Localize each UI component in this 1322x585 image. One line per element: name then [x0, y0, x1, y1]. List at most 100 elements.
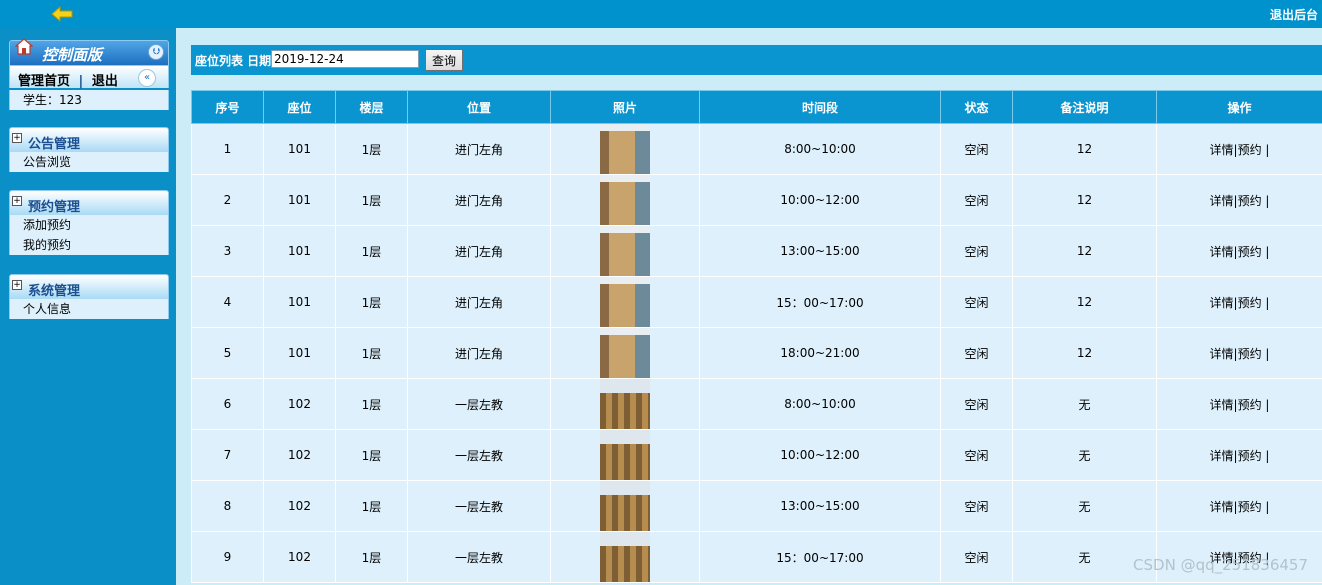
seat-photo-cell — [550, 327, 700, 379]
cell-floor: 1层 — [335, 225, 408, 277]
seat-photo-cell — [550, 378, 700, 430]
cell-note: 12 — [1012, 327, 1157, 379]
cell-location: 一层左教 — [407, 480, 551, 532]
details-reserve-links[interactable]: 详情|预约 | — [1210, 347, 1270, 361]
seat-photo-cell — [550, 174, 700, 226]
table-row: 5 101 1层 进门左角 18:00~21:00 空闲 12 详情|预约 | — [191, 327, 1322, 379]
collapse-panel-icon[interactable]: ⮋ — [148, 44, 164, 60]
details-reserve-links[interactable]: 详情|预约 | — [1210, 398, 1270, 412]
cell-no: 3 — [191, 225, 264, 277]
sidebar-item-my-reservations[interactable]: 我的预约 — [10, 235, 168, 255]
cell-seat: 102 — [263, 429, 336, 481]
section-reservation-items: 添加预约 我的预约 — [9, 215, 169, 255]
cell-note: 12 — [1012, 174, 1157, 226]
seat-photo — [600, 277, 650, 327]
cell-seat: 102 — [263, 531, 336, 583]
double-chevron-left-icon[interactable]: « — [138, 69, 156, 87]
column-header: 状态 — [940, 90, 1013, 124]
query-button[interactable]: 查询 — [425, 49, 463, 71]
table-row: 3 101 1层 进门左角 13:00~15:00 空闲 12 详情|预约 | — [191, 225, 1322, 277]
details-reserve-links[interactable]: 详情|预约 | — [1210, 245, 1270, 259]
cell-note: 无 — [1012, 378, 1157, 430]
cell-seat: 101 — [263, 327, 336, 379]
cell-time: 15：00~17:00 — [699, 531, 941, 583]
cell-floor: 1层 — [335, 378, 408, 430]
table-row: 1 101 1层 进门左角 8:00~10:00 空闲 12 详情|预约 | — [191, 123, 1322, 175]
cell-time: 10:00~12:00 — [699, 174, 941, 226]
cell-location: 进门左角 — [407, 327, 551, 379]
cell-status: 空闲 — [940, 174, 1013, 226]
row-actions: 详情|预约 | — [1156, 378, 1322, 430]
cell-status: 空闲 — [940, 276, 1013, 328]
home-link[interactable]: 管理首页 — [18, 74, 70, 89]
watermark: CSDN @qq_251836457 — [1133, 556, 1308, 574]
section-notice-header[interactable]: + 公告管理 — [9, 127, 169, 153]
cell-floor: 1层 — [335, 276, 408, 328]
details-reserve-links[interactable]: 详情|预约 | — [1210, 449, 1270, 463]
seat-table-wrapper: 序号 座位 楼层 位置 照片 时间段 状态 备注说明 操作 1 101 1层 进门左角 8:00~10:… — [191, 90, 1322, 583]
logout-link[interactable]: 退出 — [92, 74, 118, 89]
details-reserve-links[interactable]: 详情|预约 | — [1210, 194, 1270, 208]
logout-backend-link[interactable]: 退出后台 — [1270, 6, 1318, 23]
cell-no: 7 — [191, 429, 264, 481]
row-actions: 详情|预约 | — [1156, 480, 1322, 532]
cell-note: 无 — [1012, 429, 1157, 481]
cell-no: 9 — [191, 531, 264, 583]
seat-photo — [600, 532, 650, 582]
cell-note: 12 — [1012, 276, 1157, 328]
table-row: 8 102 1层 一层左教 13:00~15:00 空闲无 详情|预约 | — [191, 480, 1322, 532]
cell-location: 一层左教 — [407, 378, 551, 430]
back-arrow-icon[interactable] — [50, 6, 74, 22]
row-actions: 详情|预约 | — [1156, 225, 1322, 277]
cell-no: 8 — [191, 480, 264, 532]
column-header: 位置 — [407, 90, 551, 124]
cell-status: 空闲 — [940, 429, 1013, 481]
sidebar-item-add-reservation[interactable]: 添加预约 — [10, 215, 168, 235]
seat-photo — [600, 379, 650, 429]
cell-seat: 101 — [263, 174, 336, 226]
table-header-row: 序号 座位 楼层 位置 照片 时间段 状态 备注说明 操作 — [191, 90, 1322, 124]
row-actions: 详情|预约 | — [1156, 174, 1322, 226]
cell-seat: 101 — [263, 276, 336, 328]
details-reserve-links[interactable]: 详情|预约 | — [1210, 296, 1270, 310]
cell-floor: 1层 — [335, 327, 408, 379]
column-header: 时间段 — [699, 90, 941, 124]
section-system-items: 个人信息 — [9, 299, 169, 319]
seat-photo — [600, 124, 650, 174]
cell-location: 进门左角 — [407, 225, 551, 277]
details-reserve-links[interactable]: 详情|预约 | — [1210, 143, 1270, 157]
column-header: 照片 — [550, 90, 700, 124]
cell-note: 12 — [1012, 123, 1157, 175]
row-actions: 详情|预约 | — [1156, 327, 1322, 379]
user-info-box: 学生：123 — [9, 90, 169, 110]
expand-plus-icon[interactable]: + — [12, 280, 22, 290]
cell-location: 进门左角 — [407, 276, 551, 328]
cell-status: 空闲 — [940, 327, 1013, 379]
section-notice-items: 公告浏览 — [9, 152, 169, 172]
seat-photo — [600, 328, 650, 378]
seat-photo — [600, 175, 650, 225]
cell-location: 进门左角 — [407, 174, 551, 226]
table-row: 7 102 1层 一层左教 10:00~12:00 空闲无 详情|预约 | — [191, 429, 1322, 481]
main-content: 座位列表 日期 查询 序号座位楼层位置照片时间段状态备注说明操作 11011层进… — [176, 28, 1322, 585]
cell-floor: 1层 — [335, 531, 408, 583]
details-reserve-links[interactable]: 详情|预约 | — [1210, 500, 1270, 514]
section-reservation-header[interactable]: + 预约管理 — [9, 190, 169, 216]
sidebar-item-notice-browse[interactable]: 公告浏览 — [10, 152, 168, 172]
expand-plus-icon[interactable]: + — [12, 196, 22, 206]
link-separator: | — [78, 74, 84, 89]
row-actions: 详情|预约 | — [1156, 429, 1322, 481]
section-system-header[interactable]: + 系统管理 — [9, 274, 169, 300]
date-input[interactable] — [271, 50, 419, 68]
cell-seat: 101 — [263, 123, 336, 175]
table-row: 2 101 1层 进门左角 10:00~12:00 空闲 12 详情|预约 | — [191, 174, 1322, 226]
sidebar-item-personal-info[interactable]: 个人信息 — [10, 299, 168, 319]
cell-status: 空闲 — [940, 123, 1013, 175]
cell-note: 12 — [1012, 225, 1157, 277]
table-body: 1 101 1层 进门左角 8:00~10:00 空闲 12 详情|预约 | 2 101 1层 进门左… — [191, 123, 1322, 583]
expand-plus-icon[interactable]: + — [12, 133, 22, 143]
column-header: 楼层 — [335, 90, 408, 124]
row-actions: 详情|预约 | — [1156, 123, 1322, 175]
column-header: 座位 — [263, 90, 336, 124]
seat-list-date-label: 座位列表 日期 — [195, 54, 272, 68]
